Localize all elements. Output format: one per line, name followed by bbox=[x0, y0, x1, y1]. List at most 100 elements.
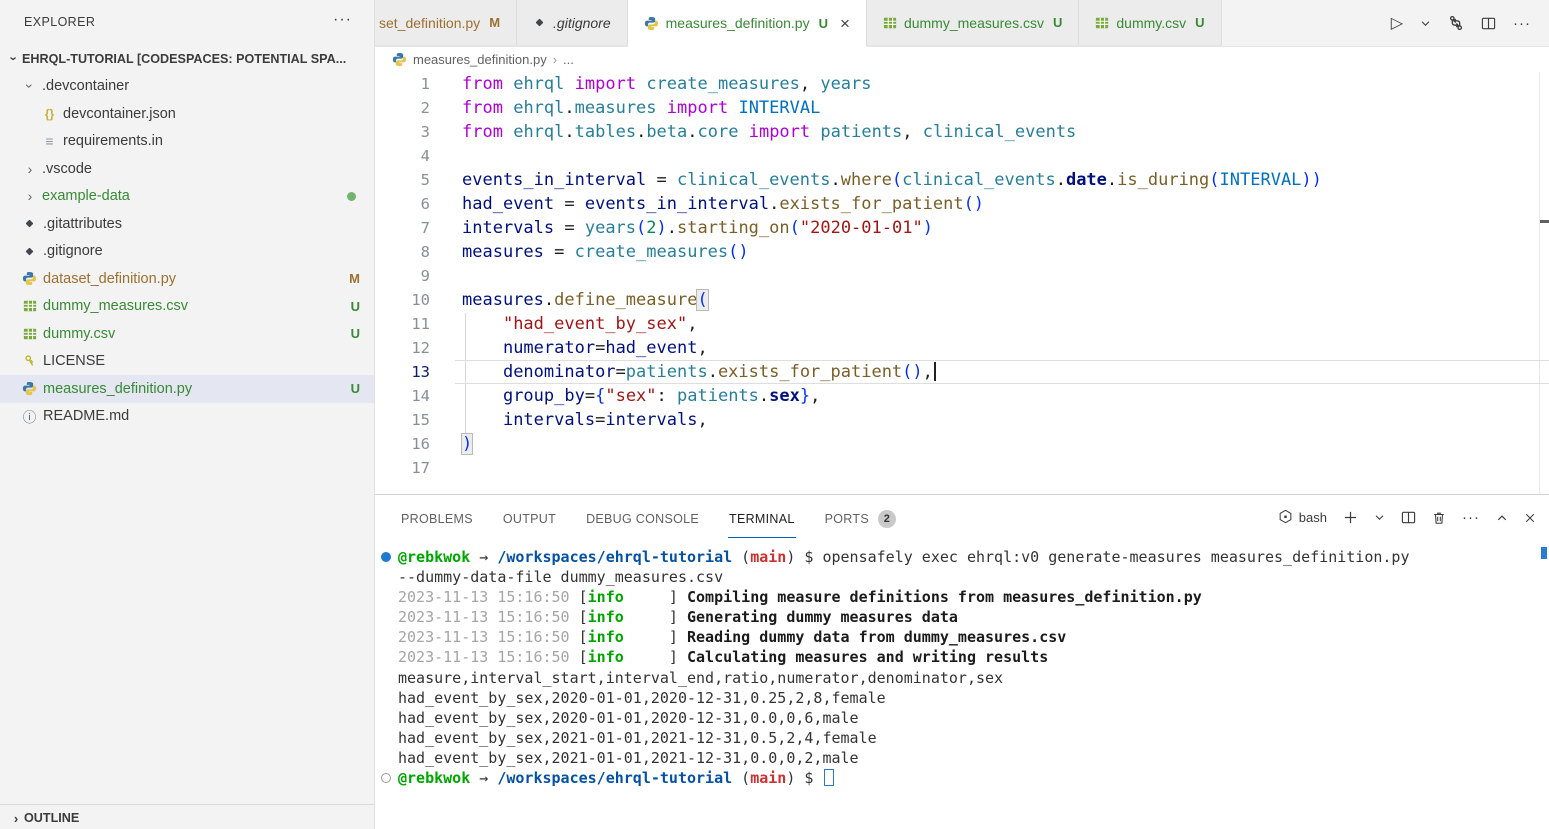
code-line-16: 16) bbox=[375, 432, 1549, 456]
git-status-badge: U bbox=[819, 16, 828, 31]
run-dropdown[interactable] bbox=[1420, 18, 1431, 29]
terminal-cursor bbox=[824, 769, 834, 786]
tab-label: .gitignore bbox=[553, 15, 611, 31]
terminal-line: @rebkwok → /workspaces/ehrql-tutorial (m… bbox=[398, 768, 1537, 788]
line-number: 11 bbox=[375, 312, 430, 336]
code-line-10: 10measures.define_measure( bbox=[375, 288, 1549, 312]
code-line-2: 2from ehrql.measures import INTERVAL bbox=[375, 96, 1549, 120]
line-number: 3 bbox=[375, 120, 430, 144]
workspace-root-label: EHRQL-TUTORIAL [CODESPACES: POTENTIAL SP… bbox=[22, 52, 346, 66]
terminal-output[interactable]: @rebkwok → /workspaces/ehrql-tutorial (m… bbox=[398, 547, 1537, 829]
git-status-badge: U bbox=[1053, 15, 1062, 30]
shell-label: bash bbox=[1299, 510, 1327, 525]
close-icon[interactable]: × bbox=[840, 15, 850, 32]
breadcrumb-file[interactable]: measures_definition.py bbox=[413, 52, 547, 67]
run-button[interactable]: ▷ bbox=[1391, 13, 1403, 33]
sidebar-item-readme-md[interactable]: ⓘREADME.md bbox=[0, 403, 374, 431]
more-actions-button[interactable]: ··· bbox=[1513, 15, 1531, 32]
code-text: "had_event_by_sex", bbox=[462, 312, 697, 336]
file-label: .vscode bbox=[42, 161, 92, 177]
terminal-line: had_event_by_sex,2020-01-01,2020-12-31,0… bbox=[398, 688, 1537, 708]
file-label: measures_definition.py bbox=[43, 381, 192, 397]
tab-gitignore[interactable]: .gitignore bbox=[517, 0, 628, 46]
code-text: from ehrql import create_measures, years bbox=[462, 72, 872, 96]
tab-dummy-csv[interactable]: dummy.csv U bbox=[1079, 0, 1221, 46]
panel-tab-terminal[interactable]: TERMINAL bbox=[728, 498, 796, 538]
close-panel-button[interactable] bbox=[1524, 512, 1536, 524]
terminal-line: 2023-11-13 15:16:50 [info ] Calculating … bbox=[398, 647, 1537, 667]
sidebar-item-gitignore[interactable]: .gitignore bbox=[0, 238, 374, 266]
terminal-instance-chip[interactable]: bash bbox=[1278, 509, 1327, 527]
csv-icon bbox=[20, 327, 39, 341]
terminal-line: --dummy-data-file dummy_measures.csv bbox=[398, 567, 1537, 587]
code-line-4: 4 bbox=[375, 144, 1549, 168]
sidebar-item-vscode[interactable]: ›.vscode bbox=[0, 155, 374, 183]
open-changes-button[interactable] bbox=[1448, 15, 1464, 31]
code-line-12: 12 numerator=had_event, bbox=[375, 336, 1549, 360]
panel-toolbar: bash ··· bbox=[1278, 495, 1536, 540]
tab-set-definition-py[interactable]: set_definition.pyM bbox=[375, 0, 517, 46]
tab-dummy-measures-csv[interactable]: dummy_measures.csvU bbox=[867, 0, 1079, 46]
terminal-picker-dropdown[interactable] bbox=[1374, 512, 1385, 523]
code-text: had_event = events_in_interval.exists_fo… bbox=[462, 192, 984, 216]
explorer-sidebar: EXPLORER ··· › EHRQL-TUTORIAL [CODESPACE… bbox=[0, 0, 375, 829]
sidebar-item-requirements-in[interactable]: ≡requirements.in bbox=[0, 128, 374, 156]
terminal-line: had_event_by_sex,2021-01-01,2021-12-31,0… bbox=[398, 728, 1537, 748]
code-text: from ehrql.tables.beta.core import patie… bbox=[462, 120, 1076, 144]
outline-section-header[interactable]: › OUTLINE bbox=[0, 804, 374, 829]
kill-terminal-button[interactable] bbox=[1432, 511, 1446, 525]
split-terminal-button[interactable] bbox=[1401, 510, 1416, 525]
explorer-more-icon[interactable]: ··· bbox=[333, 11, 352, 29]
panel-tab-output[interactable]: OUTPUT bbox=[502, 498, 557, 538]
panel-tab-label: DEBUG CONSOLE bbox=[586, 512, 699, 526]
panel-tab-ports[interactable]: PORTS2 bbox=[824, 496, 897, 540]
sidebar-item-measures-definition-py[interactable]: measures_definition.pyU bbox=[0, 375, 374, 403]
file-label: dataset_definition.py bbox=[43, 271, 176, 287]
tab-label: dummy.csv bbox=[1116, 15, 1186, 31]
panel-tab-problems[interactable]: PROBLEMS bbox=[400, 498, 474, 538]
code-editor[interactable]: 1 from ehrql import create_measures, year… bbox=[375, 72, 1549, 494]
maximize-panel-button[interactable] bbox=[1496, 512, 1508, 524]
new-terminal-button[interactable] bbox=[1343, 510, 1358, 525]
sidebar-item-dataset-definition-py[interactable]: dataset_definition.pyM bbox=[0, 265, 374, 293]
tab-measures-definition-py[interactable]: measures_definition.pyU× bbox=[628, 0, 867, 47]
panel-tab-label: OUTPUT bbox=[503, 512, 556, 526]
git-icon bbox=[533, 16, 546, 29]
panel-tab-label: PROBLEMS bbox=[401, 512, 473, 526]
csv-icon bbox=[1095, 16, 1109, 30]
tab-label: set_definition.py bbox=[379, 15, 480, 31]
line-number: 9 bbox=[375, 264, 430, 288]
file-tree: › EHRQL-TUTORIAL [CODESPACES: POTENTIAL … bbox=[0, 45, 374, 430]
line-number: 1 bbox=[375, 72, 430, 96]
panel-tab-label: PORTS bbox=[825, 512, 869, 526]
line-number: 5 bbox=[375, 168, 430, 192]
file-label: example-data bbox=[42, 188, 130, 204]
code-line-5: 5events_in_interval = clinical_events.wh… bbox=[375, 168, 1549, 192]
sidebar-item-dummy-measures-csv[interactable]: dummy_measures.csvU bbox=[0, 293, 374, 321]
split-editor-button[interactable] bbox=[1481, 16, 1496, 31]
code-line-7: 7intervals = years(2).starting_on("2020-… bbox=[375, 216, 1549, 240]
sidebar-item-gitattributes[interactable]: .gitattributes bbox=[0, 210, 374, 238]
line-number: 4 bbox=[375, 144, 430, 168]
code-text: from ehrql.measures import INTERVAL bbox=[462, 96, 820, 120]
more-terminal-actions-button[interactable]: ··· bbox=[1462, 509, 1480, 526]
sidebar-item-devcontainer[interactable]: ›.devcontainer bbox=[0, 73, 374, 101]
file-label: dummy_measures.csv bbox=[43, 298, 188, 314]
code-line-17: 17 bbox=[375, 456, 1549, 480]
code-text: measures.define_measure( bbox=[462, 288, 708, 312]
sidebar-item-devcontainer-json[interactable]: {}devcontainer.json bbox=[0, 100, 374, 128]
breadcrumb-more[interactable]: ... bbox=[563, 52, 574, 67]
workspace-root-row[interactable]: › EHRQL-TUTORIAL [CODESPACES: POTENTIAL … bbox=[0, 45, 374, 73]
explorer-title: EXPLORER bbox=[24, 15, 95, 29]
breadcrumb-separator: › bbox=[553, 52, 557, 67]
sidebar-item-example-data[interactable]: ›example-data bbox=[0, 183, 374, 211]
csv-icon bbox=[20, 299, 39, 313]
chevron-right-icon: › bbox=[22, 161, 38, 177]
file-label: requirements.in bbox=[63, 133, 163, 149]
sidebar-item-dummy-csv[interactable]: dummy.csvU bbox=[0, 320, 374, 348]
sidebar-item-license[interactable]: LICENSE bbox=[0, 348, 374, 376]
git-status-badge: U bbox=[1195, 15, 1204, 30]
panel-tab-debug-console[interactable]: DEBUG CONSOLE bbox=[585, 498, 700, 538]
editor-actions: ▷ ··· bbox=[1373, 0, 1549, 46]
breadcrumb[interactable]: measures_definition.py › ... bbox=[375, 47, 1549, 72]
